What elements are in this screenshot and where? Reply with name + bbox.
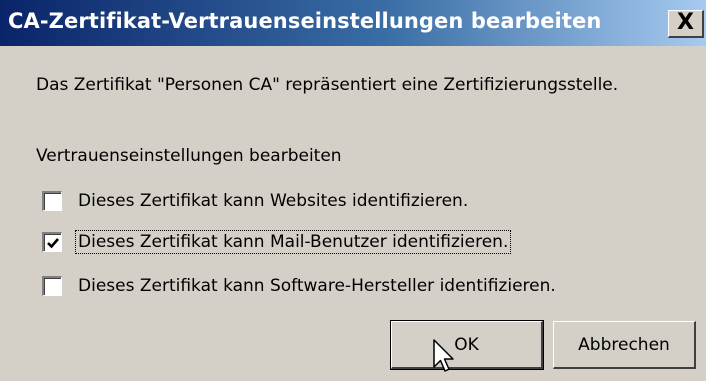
- ok-button[interactable]: OK: [390, 320, 544, 370]
- software-vendors-checkbox-label[interactable]: Dieses Zertifikat kann Software-Herstell…: [76, 275, 558, 297]
- checkmark-icon: [47, 238, 59, 249]
- software-vendors-checkbox[interactable]: [42, 276, 62, 296]
- mail-users-checkbox-label[interactable]: Dieses Zertifikat kann Mail-Benutzer ide…: [74, 230, 512, 254]
- certificate-statement: Das Zertifikat "Personen CA" repräsentie…: [36, 75, 619, 95]
- cancel-button[interactable]: Abbrechen: [553, 321, 696, 369]
- option-software-vendors[interactable]: Dieses Zertifikat kann Software-Herstell…: [42, 273, 558, 299]
- window-title: CA-Zertifikat-Vertrauenseinstellungen be…: [8, 9, 602, 33]
- close-icon: X: [677, 10, 694, 35]
- websites-checkbox[interactable]: [42, 191, 62, 211]
- websites-checkbox-label[interactable]: Dieses Zertifikat kann Websites identifi…: [76, 190, 470, 212]
- mail-users-checkbox[interactable]: [42, 232, 62, 252]
- option-mail-users[interactable]: Dieses Zertifikat kann Mail-Benutzer ide…: [42, 229, 512, 255]
- close-button[interactable]: X: [668, 10, 704, 38]
- option-websites[interactable]: Dieses Zertifikat kann Websites identifi…: [42, 188, 470, 214]
- title-bar: CA-Zertifikat-Vertrauenseinstellungen be…: [0, 0, 706, 46]
- trust-settings-label: Vertrauenseinstellungen bearbeiten: [36, 146, 342, 166]
